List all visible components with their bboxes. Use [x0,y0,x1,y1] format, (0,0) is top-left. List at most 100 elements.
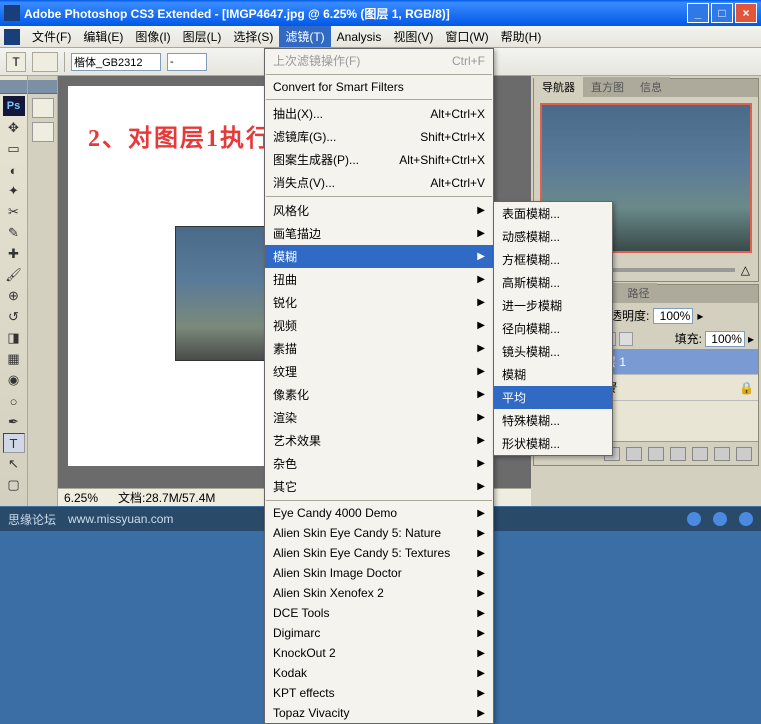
aux-button[interactable] [32,98,54,118]
group-icon[interactable] [692,447,708,461]
tray-icon[interactable] [739,512,753,526]
menuitem-knockout[interactable]: KnockOut 2▶ [265,643,493,663]
tab-paths[interactable]: 路径 [619,283,657,303]
tray-icon[interactable] [713,512,727,526]
font-style-select[interactable] [167,53,207,71]
pen-tool[interactable]: ✒ [3,412,25,432]
menu-window[interactable]: 窗口(W) [439,26,494,47]
tray-icon[interactable] [687,512,701,526]
menuitem-alienskin-xenofex[interactable]: Alien Skin Xenofex 2▶ [265,583,493,603]
new-layer-icon[interactable] [714,447,730,461]
menuitem-shape-blur[interactable]: 形状模糊... [494,432,612,455]
delete-layer-icon[interactable] [736,447,752,461]
menuitem-pattern-maker[interactable]: 图案生成器(P)...Alt+Shift+Ctrl+X [265,148,493,171]
menuitem-topaz[interactable]: Topaz Vivacity▶ [265,703,493,723]
font-family-select[interactable] [71,53,161,71]
menuitem-kodak[interactable]: Kodak▶ [265,663,493,683]
menu-layer[interactable]: 图层(L) [177,26,228,47]
marquee-tool[interactable]: ▭ [3,139,25,159]
menuitem-alienskin-textures[interactable]: Alien Skin Eye Candy 5: Textures▶ [265,543,493,563]
menuitem-motion-blur[interactable]: 动感模糊... [494,225,612,248]
menuitem-blur[interactable]: 模糊▶ [265,245,493,268]
maximize-button[interactable]: □ [711,3,733,23]
opacity-arrow-icon[interactable]: ▸ [697,309,703,323]
menuitem-artistic[interactable]: 艺术效果▶ [265,429,493,452]
shape-tool[interactable]: ▢ [3,475,25,495]
menuitem-digimarc[interactable]: Digimarc▶ [265,623,493,643]
menuitem-brush-strokes[interactable]: 画笔描边▶ [265,222,493,245]
lasso-tool[interactable]: ◐ [3,160,25,180]
history-brush-tool[interactable]: ↺ [3,307,25,327]
zoom-level[interactable]: 6.25% [64,491,98,505]
crop-tool[interactable]: ✂ [3,202,25,222]
zoom-in-icon[interactable]: △ [741,263,750,277]
menuitem-box-blur[interactable]: 方框模糊... [494,248,612,271]
menuitem-video[interactable]: 视频▶ [265,314,493,337]
menuitem-blur-more[interactable]: 进一步模糊 [494,294,612,317]
menuitem-extract[interactable]: 抽出(X)...Alt+Ctrl+X [265,102,493,125]
menuitem-dce-tools[interactable]: DCE Tools▶ [265,603,493,623]
menuitem-stylize[interactable]: 风格化▶ [265,199,493,222]
layer-style-icon[interactable] [626,447,642,461]
adjustment-layer-icon[interactable] [670,447,686,461]
aux-button[interactable] [32,122,54,142]
menuitem-other[interactable]: 其它▶ [265,475,493,498]
menu-view[interactable]: 视图(V) [387,26,439,47]
eraser-tool[interactable]: ◨ [3,328,25,348]
menu-image[interactable]: 图像(I) [129,26,176,47]
menuitem-alienskin-doctor[interactable]: Alien Skin Image Doctor▶ [265,563,493,583]
tab-navigator[interactable]: 导航器 [534,77,583,97]
menuitem-smart-blur[interactable]: 特殊模糊... [494,409,612,432]
menuitem-surface-blur[interactable]: 表面模糊... [494,202,612,225]
menuitem-pixelate[interactable]: 像素化▶ [265,383,493,406]
tool-indicator[interactable]: T [6,52,26,72]
opacity-input[interactable]: 100% [653,308,693,324]
tab-histogram[interactable]: 直方图 [583,77,632,97]
brush-tool[interactable]: 🖌 [3,265,25,285]
menuitem-texture[interactable]: 纹理▶ [265,360,493,383]
type-tool[interactable]: T [3,433,25,453]
heal-tool[interactable]: ✚ [3,244,25,264]
menuitem-vanishing-point[interactable]: 消失点(V)...Alt+Ctrl+V [265,171,493,194]
doc-icon [4,29,20,45]
menu-analysis[interactable]: Analysis [331,28,388,46]
path-tool[interactable]: ↖ [3,454,25,474]
tab-info[interactable]: 信息 [632,77,670,97]
menu-select[interactable]: 选择(S) [227,26,279,47]
menuitem-sketch[interactable]: 素描▶ [265,337,493,360]
menuitem-convert-smart[interactable]: Convert for Smart Filters [265,77,493,97]
fill-arrow-icon[interactable]: ▸ [748,332,754,346]
menuitem-kpt[interactable]: KPT effects▶ [265,683,493,703]
wand-tool[interactable]: ✦ [3,181,25,201]
menuitem-lens-blur[interactable]: 镜头模糊... [494,340,612,363]
eyedropper-tool[interactable]: ✎ [3,223,25,243]
move-tool[interactable]: ✥ [3,118,25,138]
menuitem-filter-gallery[interactable]: 滤镜库(G)...Shift+Ctrl+X [265,125,493,148]
menuitem-gaussian-blur[interactable]: 高斯模糊... [494,271,612,294]
fill-input[interactable]: 100% [705,331,745,347]
titlebar: Adobe Photoshop CS3 Extended - [IMGP4647… [0,0,761,26]
menuitem-sharpen[interactable]: 锐化▶ [265,291,493,314]
menuitem-radial-blur[interactable]: 径向模糊... [494,317,612,340]
stamp-tool[interactable]: ⊕ [3,286,25,306]
gradient-tool[interactable]: ▦ [3,349,25,369]
menuitem-alienskin-nature[interactable]: Alien Skin Eye Candy 5: Nature▶ [265,523,493,543]
menuitem-noise[interactable]: 杂色▶ [265,452,493,475]
layer-mask-icon[interactable] [648,447,664,461]
menuitem-eyecandy4000[interactable]: Eye Candy 4000 Demo▶ [265,503,493,523]
menuitem-average[interactable]: 平均 [494,386,612,409]
tool-presets[interactable] [32,52,58,72]
menu-file[interactable]: 文件(F) [26,26,77,47]
lock-all-icon[interactable] [619,332,633,346]
filter-menu-dropdown: 上次滤镜操作(F)Ctrl+F Convert for Smart Filter… [264,48,494,724]
menu-help[interactable]: 帮助(H) [495,26,548,47]
menuitem-blur-basic[interactable]: 模糊 [494,363,612,386]
blur-tool[interactable]: ◉ [3,370,25,390]
minimize-button[interactable]: _ [687,3,709,23]
menuitem-render[interactable]: 渲染▶ [265,406,493,429]
dodge-tool[interactable]: ○ [3,391,25,411]
close-button[interactable]: × [735,3,757,23]
menuitem-distort[interactable]: 扭曲▶ [265,268,493,291]
menu-filter[interactable]: 滤镜(T) [279,26,330,47]
menu-edit[interactable]: 编辑(E) [77,26,129,47]
